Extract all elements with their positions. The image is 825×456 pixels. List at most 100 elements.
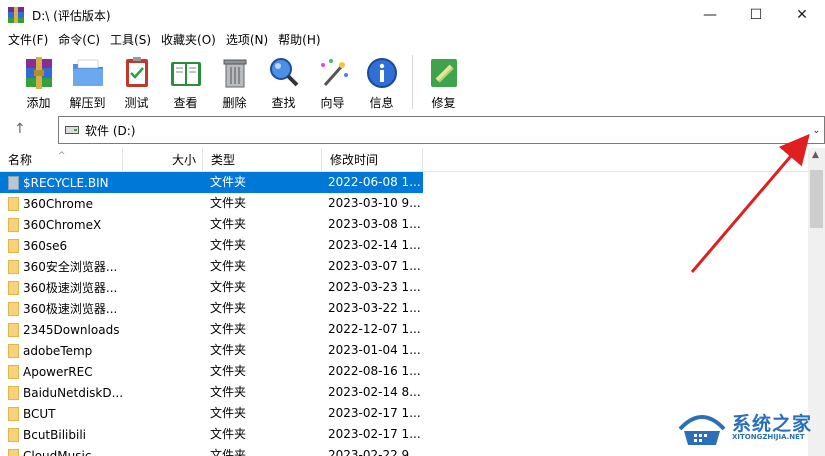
file-name-cell: ApowerREC bbox=[0, 361, 123, 382]
file-name: 360极速浏览器... bbox=[23, 302, 118, 316]
wizard-button[interactable]: 向导 bbox=[308, 50, 357, 114]
file-row[interactable]: 360Chrome 文件夹 2023-03-10 9... bbox=[0, 193, 808, 214]
menu-help[interactable]: 帮助(H) bbox=[273, 30, 325, 50]
file-modified: 2023-03-08 1... bbox=[328, 217, 421, 231]
file-row[interactable]: adobeTemp 文件夹 2023-01-04 1... bbox=[0, 340, 808, 361]
watermark-brand: 系统之家 bbox=[732, 413, 813, 435]
file-size-cell bbox=[123, 172, 203, 193]
file-row[interactable]: 360安全浏览器... 文件夹 2023-03-07 1... bbox=[0, 256, 808, 277]
file-modified: 2023-03-10 9... bbox=[328, 196, 421, 210]
file-row[interactable]: 2345Downloads 文件夹 2022-12-07 1... bbox=[0, 319, 808, 340]
file-name: adobeTemp bbox=[23, 343, 93, 358]
file-name: CloudMusic bbox=[23, 448, 92, 456]
file-name-cell: 360se6 bbox=[0, 235, 123, 256]
column-header-size[interactable]: 大小 bbox=[123, 148, 203, 172]
file-modified: 2022-12-07 1... bbox=[328, 322, 421, 336]
file-size-cell bbox=[123, 424, 203, 445]
file-size-cell bbox=[123, 340, 203, 361]
file-name: 2345Downloads bbox=[23, 322, 120, 337]
file-row[interactable]: 360极速浏览器... 文件夹 2023-03-23 1... bbox=[0, 277, 808, 298]
file-name: 360ChromeX bbox=[23, 217, 102, 232]
close-button[interactable]: ✕ bbox=[779, 0, 825, 30]
file-row[interactable]: 360se6 文件夹 2023-02-14 1... bbox=[0, 235, 808, 256]
menu-favorites[interactable]: 收藏夹(O) bbox=[156, 30, 221, 50]
file-size-cell bbox=[123, 256, 203, 277]
folder-icon bbox=[8, 217, 19, 232]
maximize-button[interactable]: ☐ bbox=[733, 0, 779, 30]
file-name-cell: BaiduNetdiskD... bbox=[0, 382, 123, 403]
file-name-cell: $RECYCLE.BIN bbox=[0, 172, 123, 193]
file-type: 文件夹 bbox=[210, 385, 247, 399]
scroll-up-icon[interactable]: ▲ bbox=[812, 150, 819, 160]
file-row[interactable]: BaiduNetdiskD... 文件夹 2023-02-14 8... bbox=[0, 382, 808, 403]
repair-button[interactable]: 修复 bbox=[419, 50, 468, 114]
extract-to-button[interactable]: 解压到 bbox=[63, 50, 112, 114]
find-button[interactable]: 查找 bbox=[259, 50, 308, 114]
file-name-cell: 360极速浏览器... bbox=[0, 277, 123, 298]
up-folder-icon[interactable]: ↑ bbox=[14, 121, 26, 137]
file-modified: 2022-08-16 1... bbox=[328, 364, 421, 378]
file-name: $RECYCLE.BIN bbox=[23, 175, 109, 190]
delete-button[interactable]: 删除 bbox=[210, 50, 259, 114]
path-field[interactable]: 软件 (D:) bbox=[58, 116, 810, 144]
file-row[interactable]: 360ChromeX 文件夹 2023-03-08 1... bbox=[0, 214, 808, 235]
file-type: 文件夹 bbox=[210, 196, 247, 210]
title-bar: D:\ (评估版本) — ☐ ✕ bbox=[0, 0, 825, 30]
window-title: D:\ (评估版本) bbox=[32, 8, 111, 23]
file-size-cell bbox=[123, 298, 203, 319]
file-size-cell bbox=[123, 445, 203, 456]
file-name-cell: 360Chrome bbox=[0, 193, 123, 214]
column-header-type[interactable]: 类型 bbox=[203, 148, 322, 172]
menu-tools[interactable]: 工具(S) bbox=[105, 30, 156, 50]
test-button[interactable]: 测试 bbox=[112, 50, 161, 114]
file-size-cell bbox=[123, 277, 203, 298]
winrar-app-icon[interactable] bbox=[8, 7, 24, 23]
file-modified: 2023-03-23 1... bbox=[328, 280, 421, 294]
file-type: 文件夹 bbox=[210, 343, 247, 357]
menu-file[interactable]: 文件(F) bbox=[3, 30, 53, 50]
file-size-cell bbox=[123, 319, 203, 340]
address-bar: ↑ 软件 (D:) ⌄ bbox=[0, 116, 825, 146]
extract-to-label: 解压到 bbox=[69, 96, 106, 110]
file-type: 文件夹 bbox=[203, 172, 322, 193]
menu-bar: 文件(F) 命令(C) 工具(S) 收藏夹(O) 选项(N) 帮助(H) bbox=[0, 30, 825, 50]
file-modified: 2022-06-08 1... bbox=[322, 172, 423, 193]
file-name-cell: 360极速浏览器... bbox=[0, 298, 123, 319]
test-label: 测试 bbox=[124, 96, 149, 110]
file-row[interactable]: 360极速浏览器... 文件夹 2023-03-22 1... bbox=[0, 298, 808, 319]
column-header-name[interactable]: ^ 名称 bbox=[0, 148, 123, 172]
file-row[interactable]: ApowerREC 文件夹 2022-08-16 1... bbox=[0, 361, 808, 382]
find-label: 查找 bbox=[271, 96, 296, 110]
view-button[interactable]: 查看 bbox=[161, 50, 210, 114]
file-modified: 2023-03-07 1... bbox=[328, 259, 421, 273]
file-row[interactable]: $RECYCLE.BIN 文件夹 2022-06-08 1... bbox=[0, 172, 808, 193]
repair-label: 修复 bbox=[431, 96, 456, 110]
folder-icon bbox=[8, 175, 19, 190]
add-button[interactable]: 添加 bbox=[14, 50, 63, 114]
scrollbar-thumb[interactable] bbox=[810, 170, 823, 228]
clipboard-check-icon bbox=[119, 55, 155, 91]
file-type: 文件夹 bbox=[210, 280, 247, 294]
file-type: 文件夹 bbox=[210, 448, 247, 456]
file-name-cell: 2345Downloads bbox=[0, 319, 123, 340]
folder-icon bbox=[8, 343, 19, 358]
minimize-button[interactable]: — bbox=[687, 0, 733, 30]
file-size-cell bbox=[123, 403, 203, 424]
file-type: 文件夹 bbox=[210, 406, 247, 420]
info-button[interactable]: 信息 bbox=[357, 50, 406, 114]
toolbar: 添加 解压到 测试 查看 删除 查找 向导 信息 修复 bbox=[0, 50, 825, 114]
menu-options[interactable]: 选项(N) bbox=[221, 30, 273, 50]
path-dropdown-button[interactable]: ⌄ bbox=[809, 116, 825, 144]
wizard-label: 向导 bbox=[320, 96, 345, 110]
column-header-modified[interactable]: 修改时间 bbox=[322, 148, 423, 172]
file-name: 360安全浏览器... bbox=[23, 260, 118, 274]
file-size-cell bbox=[123, 193, 203, 214]
menu-commands[interactable]: 命令(C) bbox=[53, 30, 105, 50]
list-header: ^ 名称 大小 类型 修改时间 bbox=[0, 148, 808, 172]
file-type: 文件夹 bbox=[210, 427, 247, 441]
file-type: 文件夹 bbox=[210, 259, 247, 273]
folder-icon bbox=[8, 259, 19, 274]
file-modified: 2023-01-04 1... bbox=[328, 343, 421, 357]
file-type: 文件夹 bbox=[210, 217, 247, 231]
chevron-down-icon: ⌄ bbox=[812, 124, 821, 136]
